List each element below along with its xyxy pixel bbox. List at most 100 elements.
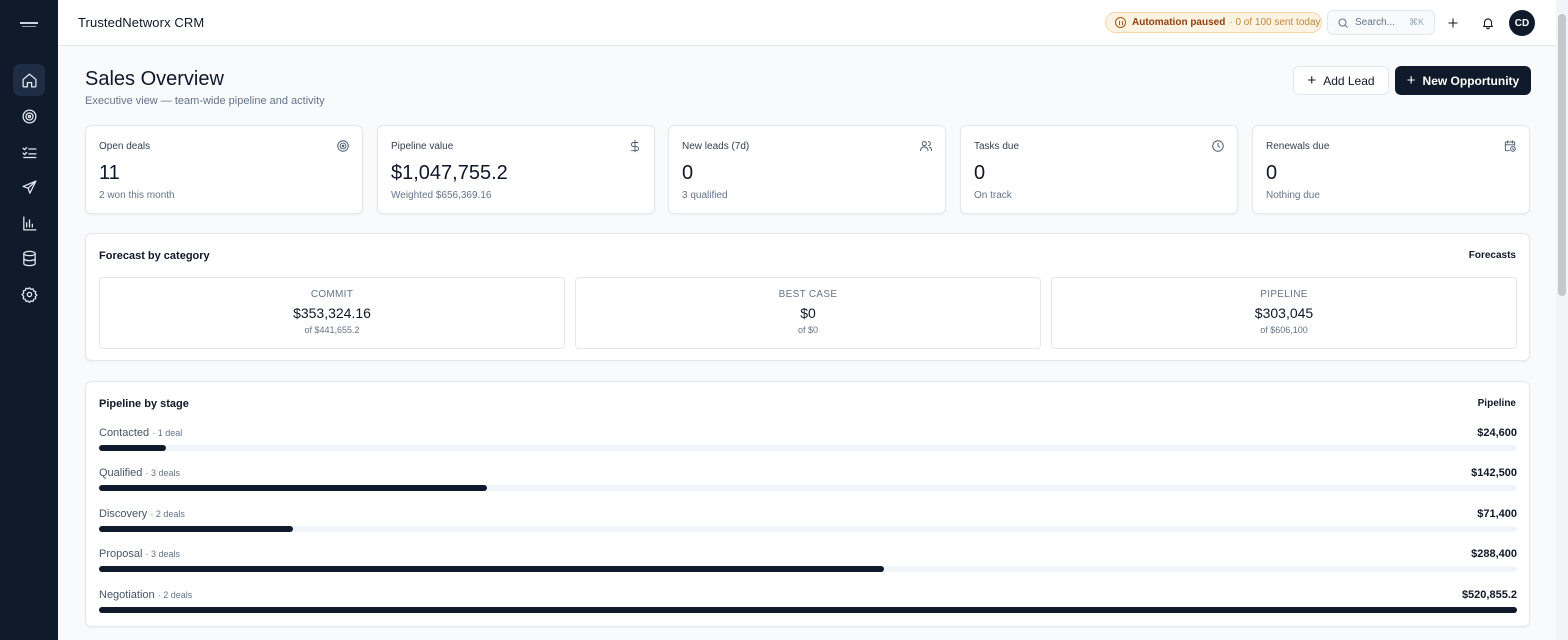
sidebar-item-home[interactable]	[13, 64, 45, 96]
forecast-value: $303,045	[1254, 305, 1314, 321]
plus-icon: +	[1307, 72, 1317, 89]
forecast-label: COMMIT	[310, 289, 354, 300]
stat-card-renewals-due: Renewals due 0 Nothing due	[1252, 125, 1530, 214]
quick-add-button[interactable]	[1442, 12, 1464, 34]
stage-value: $142,500	[1471, 467, 1517, 479]
stage-name: Discovery	[99, 508, 148, 520]
avatar[interactable]: CD	[1509, 10, 1535, 36]
stat-sub: Nothing due	[1266, 190, 1320, 201]
stat-sub: On track	[974, 190, 1012, 201]
stat-card-new-leads: New leads (7d) 0 3 qualified	[668, 125, 946, 214]
sidebar-item-tasks[interactable]	[13, 136, 45, 168]
scrollbar-thumb[interactable]	[1558, 14, 1566, 296]
plus-icon	[1448, 18, 1458, 28]
stat-label: Renewals due	[1266, 141, 1330, 152]
stage-name: Proposal	[99, 548, 143, 560]
automation-detail: · 0 of 100 sent today	[1229, 17, 1321, 28]
stat-label: New leads (7d)	[682, 141, 750, 152]
page-title: Sales Overview	[85, 68, 224, 90]
sidebar-item-outreach[interactable]	[13, 171, 45, 203]
stage-progress-track	[99, 526, 1517, 532]
section-title: Pipeline by stage	[99, 398, 189, 410]
stage-count: · 2 deals	[150, 509, 185, 519]
stage-count: · 3 deals	[145, 549, 181, 559]
forecast-target: of $441,655.2	[304, 325, 360, 335]
gear-icon	[20, 286, 38, 303]
forecast-value: $0	[800, 305, 816, 321]
automation-status-badge[interactable]: Automation paused · 0 of 100 sent today	[1105, 12, 1322, 33]
add-lead-label: Add Lead	[1323, 73, 1375, 88]
stage-row-qualified[interactable]: Qualified · 3 deals $142,500	[99, 467, 1517, 497]
pause-icon	[1115, 17, 1126, 28]
target-icon	[336, 139, 350, 153]
pipeline-link[interactable]: Pipeline	[1478, 398, 1516, 409]
stage-progress-fill	[99, 526, 294, 532]
stage-value: $24,600	[1477, 427, 1517, 439]
stat-card-open-deals: Open deals 11 2 won this month	[85, 125, 363, 214]
stage-name: Negotiation	[99, 589, 155, 601]
stage-progress-track	[99, 566, 1517, 572]
stage-row-proposal[interactable]: Proposal · 3 deals $288,400	[99, 548, 1517, 578]
checklist-icon	[21, 146, 37, 158]
new-opportunity-label: New Opportunity	[1422, 73, 1520, 88]
logo[interactable]	[14, 22, 44, 34]
stat-label: Open deals	[99, 141, 151, 152]
stage-count: · 3 deals	[145, 468, 181, 478]
app-title: TrustedNetworx CRM	[78, 15, 205, 30]
section-title: Forecast by category	[99, 250, 210, 262]
target-icon	[21, 108, 37, 124]
stage-row-negotiation[interactable]: Negotiation · 2 deals $520,855.2	[99, 589, 1517, 619]
forecast-panel: Forecast by category Forecasts COMMIT $3…	[85, 233, 1530, 361]
sidebar-item-settings[interactable]	[13, 278, 45, 310]
stat-value: 0	[682, 162, 694, 184]
forecast-label: PIPELINE	[1260, 289, 1308, 300]
stat-value: 11	[99, 162, 120, 184]
forecast-label: BEST CASE	[778, 289, 838, 300]
search-icon	[1338, 18, 1348, 28]
search-placeholder: Search...	[1355, 17, 1396, 28]
forecast-pipeline: PIPELINE $303,045 of $606,100	[1051, 277, 1517, 349]
sidebar-item-reports[interactable]	[13, 207, 45, 239]
bell-icon	[1483, 18, 1493, 30]
sidebar-item-targets[interactable]	[13, 100, 45, 132]
stat-card-pipeline-value: Pipeline value $1,047,755.2 Weighted $65…	[377, 125, 655, 214]
stat-sub: 3 qualified	[682, 190, 728, 201]
forecast-commit: COMMIT $353,324.16 of $441,655.2	[99, 277, 565, 349]
add-lead-button[interactable]: + Add Lead	[1293, 66, 1389, 95]
forecast-best-case: BEST CASE $0 of $0	[575, 277, 1041, 349]
stage-row-contacted[interactable]: Contacted · 1 deal $24,600	[99, 427, 1517, 457]
stage-value: $288,400	[1471, 548, 1517, 560]
sidebar-item-database[interactable]	[13, 242, 45, 274]
page-scrollbar[interactable]	[1556, 0, 1568, 640]
forecasts-link[interactable]: Forecasts	[1469, 250, 1516, 261]
forecast-value: $353,324.16	[293, 305, 371, 321]
new-opportunity-button[interactable]: + New Opportunity	[1395, 66, 1531, 95]
stage-progress-fill	[99, 607, 1517, 613]
bar-chart-icon	[22, 215, 37, 231]
stage-progress-fill	[99, 485, 487, 491]
stage-progress-track	[99, 485, 1517, 491]
stage-progress-track	[99, 607, 1517, 613]
stage-row-discovery[interactable]: Discovery · 2 deals $71,400	[99, 508, 1517, 538]
stat-card-tasks-due: Tasks due 0 On track	[960, 125, 1238, 214]
stat-sub: 2 won this month	[99, 190, 175, 201]
page-subtitle: Executive view — team-wide pipeline and …	[85, 95, 325, 107]
notifications-button[interactable]	[1477, 12, 1499, 34]
forecast-target: of $0	[797, 325, 819, 335]
dollar-icon	[628, 139, 642, 153]
sidebar	[0, 0, 58, 640]
automation-status-label: Automation paused	[1132, 17, 1226, 28]
stage-progress-track	[99, 445, 1517, 451]
top-header: TrustedNetworx CRM Automation paused · 0…	[58, 0, 1556, 46]
stat-label: Tasks due	[974, 141, 1020, 152]
stage-progress-fill	[99, 445, 166, 451]
send-icon	[21, 179, 37, 194]
stat-value: $1,047,755.2	[391, 162, 508, 184]
stat-value: 0	[974, 162, 986, 184]
clock-icon	[1211, 139, 1225, 153]
users-icon	[919, 139, 933, 153]
home-icon	[21, 72, 37, 88]
search-input[interactable]: Search... ⌘K	[1327, 10, 1435, 35]
stat-value: 0	[1266, 162, 1278, 184]
stage-progress-fill	[99, 566, 885, 572]
